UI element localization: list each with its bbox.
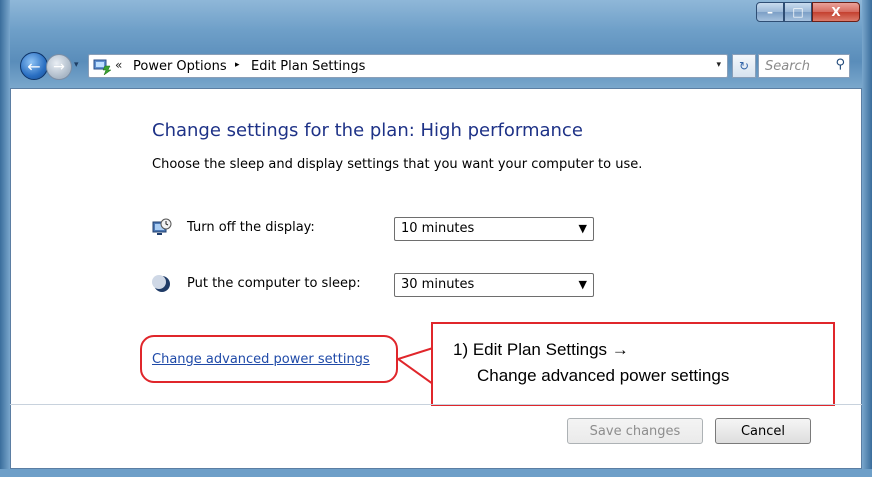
chevron-down-icon: ▼	[578, 222, 587, 235]
recent-pages-dropdown[interactable]: ▾	[74, 60, 79, 70]
search-input[interactable]: Search ⚲	[758, 54, 850, 78]
breadcrumb-power-options[interactable]: Power Options	[133, 59, 227, 74]
forward-button[interactable]: →	[46, 54, 72, 80]
search-icon[interactable]: ⚲	[835, 57, 845, 72]
address-bar[interactable]: « Power Options ▸ Edit Plan Settings ▾	[88, 54, 728, 78]
window-frame-bottom	[0, 469, 872, 477]
save-changes-button[interactable]: Save changes	[567, 418, 703, 444]
maximize-icon: □	[792, 5, 804, 19]
sleep-value: 30 minutes	[401, 277, 475, 292]
refresh-button[interactable]: ↻	[732, 54, 756, 78]
forward-arrow-icon: →	[53, 59, 65, 75]
turn-off-display-label: Turn off the display:	[187, 220, 315, 235]
callout-line-2: Change advanced power settings	[477, 366, 730, 385]
power-options-icon	[92, 57, 112, 76]
window-controls: – □ X	[756, 2, 860, 22]
display-icon	[152, 218, 172, 238]
callout-pointer	[396, 347, 434, 385]
cancel-button[interactable]: Cancel	[715, 418, 811, 444]
sleep-select[interactable]: 30 minutes ▼	[394, 273, 594, 297]
window-frame-left	[0, 0, 10, 477]
window-frame-right	[862, 0, 872, 477]
minimize-icon: –	[767, 5, 773, 19]
page-subtitle: Choose the sleep and display settings th…	[152, 157, 643, 172]
annotation-callout: 1) Edit Plan Settings → Change advanced …	[431, 322, 835, 406]
breadcrumb-separator-icon[interactable]: ▸	[235, 60, 240, 70]
page-title: Change settings for the plan: High perfo…	[152, 120, 583, 141]
breadcrumb-edit-plan-settings[interactable]: Edit Plan Settings	[251, 59, 365, 74]
close-button[interactable]: X	[812, 2, 860, 22]
search-placeholder: Search	[765, 59, 810, 74]
refresh-icon: ↻	[738, 59, 750, 73]
footer-divider	[10, 404, 862, 405]
turn-off-display-value: 10 minutes	[401, 221, 475, 236]
back-button[interactable]: ←	[20, 52, 48, 80]
sleep-label: Put the computer to sleep:	[187, 276, 361, 291]
navigation-bar: ← → ▾ « Power Options ▸ Edit Plan Settin…	[10, 50, 862, 80]
sleep-moon-icon	[152, 274, 172, 294]
turn-off-display-select[interactable]: 10 minutes ▼	[394, 217, 594, 241]
back-arrow-icon: ←	[27, 56, 41, 76]
advanced-power-settings-link[interactable]: Change advanced power settings	[152, 352, 370, 367]
maximize-button[interactable]: □	[784, 2, 812, 22]
close-icon: X	[831, 5, 841, 19]
control-panel-window: – □ X ← → ▾ « Power Options ▸ Edit Plan …	[0, 0, 872, 477]
overflow-chevron-icon[interactable]: «	[115, 58, 122, 72]
chevron-down-icon: ▼	[578, 278, 587, 291]
address-dropdown-icon[interactable]: ▾	[716, 60, 721, 70]
callout-line-1: 1) Edit Plan Settings →	[453, 340, 629, 359]
minimize-button[interactable]: –	[756, 2, 784, 22]
